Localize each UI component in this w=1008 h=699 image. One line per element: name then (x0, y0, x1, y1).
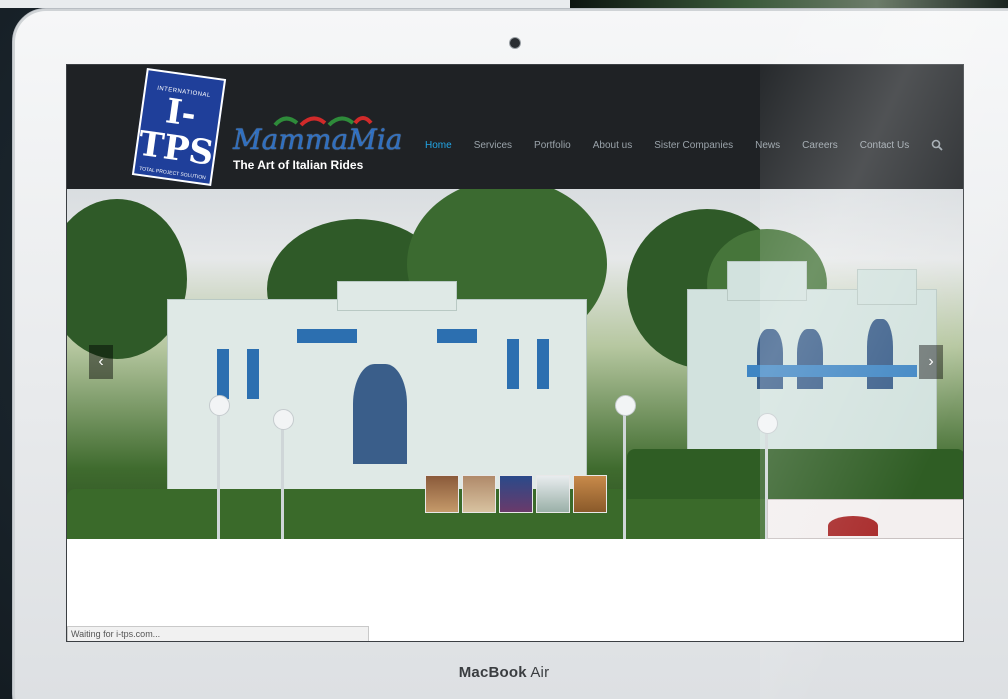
background-photo (570, 0, 1008, 8)
itps-logo[interactable]: INTERNATIONAL I-TPS TOTAL PROJECT SOLUTI… (131, 67, 227, 187)
window (437, 329, 477, 343)
mammamia-script: MammaMia (233, 123, 403, 156)
mammamia-tagline: The Art of Italian Rides (233, 158, 364, 172)
browser-screen: INTERNATIONAL I-TPS TOTAL PROJECT SOLUTI… (66, 64, 964, 642)
slider-prev-button[interactable]: ‹ (89, 345, 113, 379)
window-arch (797, 329, 823, 389)
slider-thumbnail[interactable] (536, 475, 570, 513)
brand-light: Air (530, 664, 550, 681)
street-lamp (273, 409, 294, 539)
device-brand-label: MacBook Air (0, 664, 1008, 681)
itps-logo-main: I-TPS (135, 91, 217, 174)
slider-thumbnail[interactable] (499, 475, 533, 513)
entrance-arch (353, 364, 407, 464)
ribbon-decoration-icon (273, 116, 373, 127)
window (247, 349, 259, 399)
search-icon[interactable] (931, 139, 943, 151)
window-arch (757, 329, 783, 389)
nav-news[interactable]: News (755, 140, 780, 151)
hedge (627, 449, 963, 499)
site-header: INTERNATIONAL I-TPS TOTAL PROJECT SOLUTI… (67, 65, 963, 189)
street-lamp (209, 395, 230, 539)
webcam (510, 38, 520, 48)
slider-thumbnails (425, 475, 607, 513)
street-lamp (615, 395, 636, 539)
window (537, 339, 549, 389)
background-panel (0, 0, 570, 8)
nav-contact-us[interactable]: Contact Us (860, 140, 909, 151)
building-right-tower (727, 261, 807, 301)
nav-home[interactable]: Home (425, 140, 452, 151)
slider-thumbnail[interactable] (425, 475, 459, 513)
browser-status-bar: Waiting for i-tps.com... (67, 626, 369, 641)
window-arch (867, 319, 893, 389)
nav-about-us[interactable]: About us (593, 140, 632, 151)
window (297, 329, 357, 343)
card-graphic (828, 516, 878, 536)
slider-thumbnail[interactable] (462, 475, 496, 513)
nav-careers[interactable]: Careers (802, 140, 838, 151)
main-nav: Home Services Portfolio About us Sister … (425, 137, 943, 153)
building-right-tower (857, 269, 917, 305)
nav-portfolio[interactable]: Portfolio (534, 140, 571, 151)
slider-next-button[interactable]: › (919, 345, 943, 379)
brand-bold: MacBook (458, 664, 527, 681)
balcony (747, 365, 917, 377)
nav-sister-companies[interactable]: Sister Companies (654, 140, 733, 151)
nav-services[interactable]: Services (474, 140, 512, 151)
window (217, 349, 229, 399)
window (507, 339, 519, 389)
hero-slider-image: ‹ › (67, 189, 963, 539)
mammamia-logo[interactable]: MammaMia The Art of Italian Rides (233, 113, 403, 183)
slider-thumbnail[interactable] (573, 475, 607, 513)
building-left-tower (337, 281, 457, 311)
overlay-card (767, 499, 963, 539)
